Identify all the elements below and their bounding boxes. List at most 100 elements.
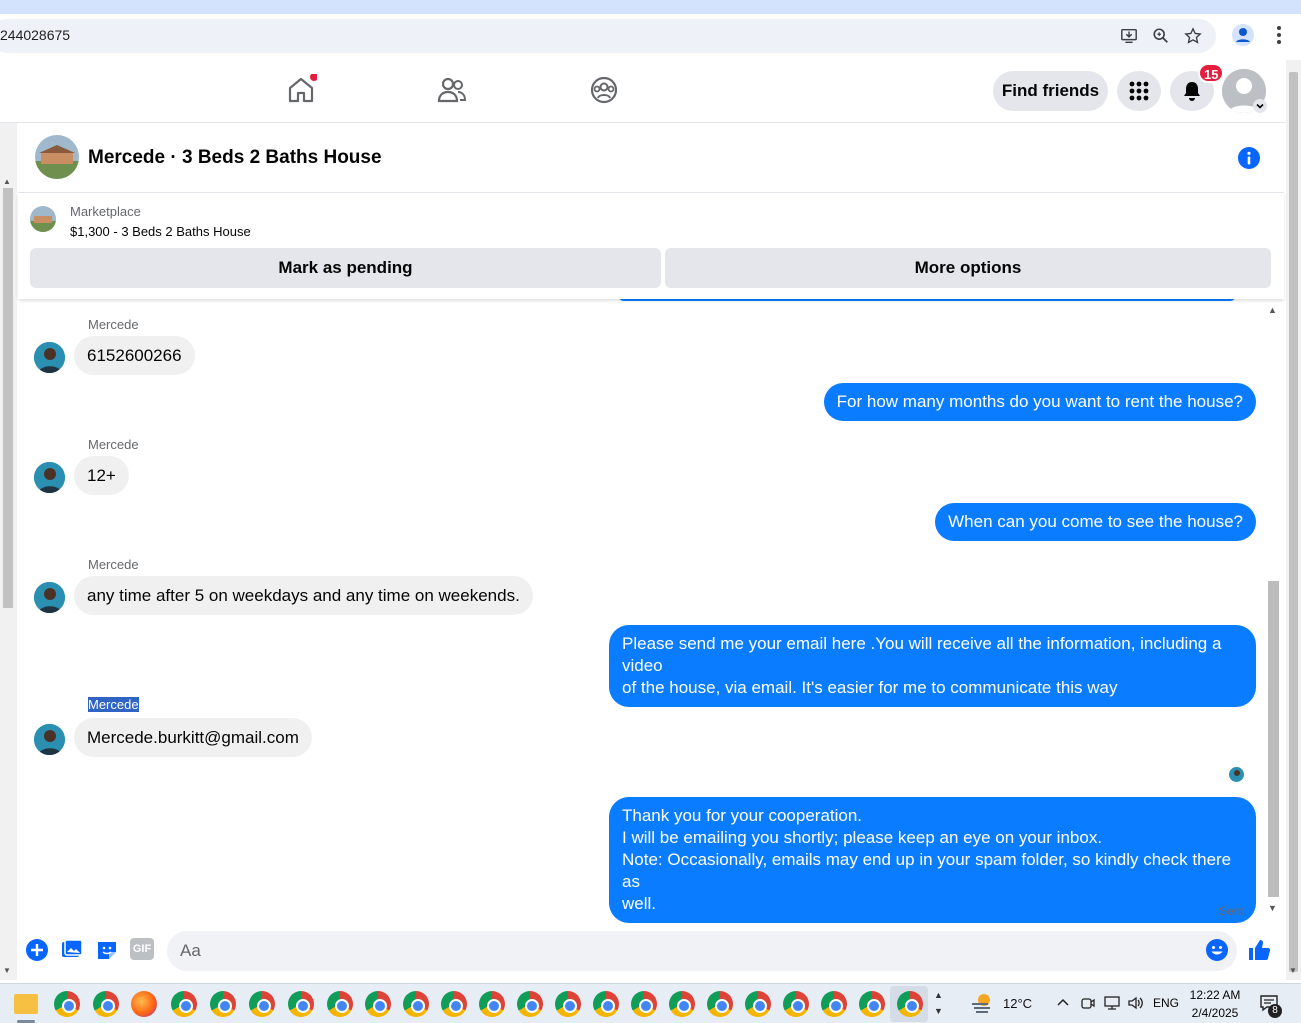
sidebar-scrollbar-thumb[interactable] bbox=[3, 188, 13, 608]
taskbar-overflow-arrows-icon[interactable]: ▲ ▼ bbox=[934, 987, 943, 1019]
chrome-taskbar-icon[interactable] bbox=[783, 991, 809, 1017]
message-line: Thank you for your cooperation. bbox=[622, 806, 863, 825]
chrome-taskbar-icon[interactable] bbox=[593, 991, 619, 1017]
firefox-taskbar-icon[interactable] bbox=[131, 991, 157, 1017]
outgoing-message[interactable]: Thank you for your cooperation. I will b… bbox=[609, 797, 1256, 923]
chrome-taskbar-icon[interactable] bbox=[171, 991, 197, 1017]
sidebar-scrollbar[interactable] bbox=[0, 123, 17, 980]
chrome-taskbar-icon[interactable] bbox=[54, 991, 80, 1017]
chrome-taskbar-icon[interactable] bbox=[403, 991, 429, 1017]
taskbar-clock[interactable]: 12:22 AM 2/4/2025 bbox=[1183, 986, 1247, 1022]
message-thread[interactable]: Mercede 6152600266 For how many months d… bbox=[18, 299, 1266, 929]
weather-temperature[interactable]: 12°C bbox=[1003, 996, 1032, 1011]
mark-as-pending-button[interactable]: Mark as pending bbox=[30, 248, 661, 288]
notification-count-badge: 8 bbox=[1268, 1004, 1282, 1018]
outgoing-message[interactable]: When can you come to see the house? bbox=[935, 503, 1256, 541]
listing-thumbnail[interactable] bbox=[30, 206, 56, 232]
chrome-taskbar-icon[interactable] bbox=[517, 991, 543, 1017]
listing-avatar[interactable] bbox=[35, 135, 79, 179]
incoming-message[interactable]: Mercede.burkitt@gmail.com bbox=[74, 718, 312, 757]
sender-name: Mercede bbox=[88, 697, 139, 712]
menu-button[interactable] bbox=[1117, 71, 1161, 111]
gif-icon[interactable]: GIF bbox=[130, 938, 154, 960]
sticker-icon[interactable] bbox=[95, 938, 119, 962]
page-scroll-down-icon[interactable]: ▼ bbox=[1289, 966, 1297, 975]
file-explorer-icon[interactable] bbox=[14, 994, 38, 1014]
clock-date: 2/4/2025 bbox=[1191, 1006, 1239, 1020]
more-options-button[interactable]: More options bbox=[665, 248, 1271, 288]
chrome-taskbar-icon[interactable] bbox=[479, 991, 505, 1017]
person-photo-icon bbox=[34, 582, 65, 613]
network-icon[interactable] bbox=[1103, 995, 1121, 1011]
address-url[interactable]: 244028675 bbox=[0, 27, 70, 43]
volume-icon[interactable] bbox=[1127, 995, 1145, 1011]
message-line: of the house, via email. It's easier for… bbox=[622, 678, 1118, 697]
chrome-taskbar-icon[interactable] bbox=[631, 991, 657, 1017]
incoming-message[interactable]: 12+ bbox=[74, 456, 129, 495]
info-icon[interactable] bbox=[1238, 147, 1260, 169]
outgoing-message[interactable]: Please send me your email here .You will… bbox=[609, 625, 1256, 707]
incoming-message[interactable]: any time after 5 on weekdays and any tim… bbox=[74, 576, 533, 615]
chrome-taskbar-icon[interactable] bbox=[288, 991, 314, 1017]
browser-tab-strip bbox=[0, 0, 1301, 14]
chat-title: Mercede · 3 Beds 2 Baths House bbox=[88, 147, 382, 168]
chrome-taskbar-icon[interactable] bbox=[365, 991, 391, 1017]
chrome-taskbar-icon[interactable] bbox=[897, 991, 923, 1017]
chrome-taskbar-icon[interactable] bbox=[859, 991, 885, 1017]
chrome-taskbar-icon[interactable] bbox=[821, 991, 847, 1017]
like-thumb-icon[interactable] bbox=[1247, 938, 1271, 962]
sender-avatar[interactable] bbox=[34, 582, 65, 613]
sender-avatar[interactable] bbox=[34, 724, 65, 755]
incoming-message[interactable]: 6152600266 bbox=[74, 336, 195, 375]
sidebar-scroll-up-icon[interactable]: ▲ bbox=[3, 177, 11, 186]
chrome-taskbar-icon[interactable] bbox=[669, 991, 695, 1017]
address-bar[interactable]: 244028675 bbox=[0, 19, 1216, 53]
chrome-taskbar-icon[interactable] bbox=[555, 991, 581, 1017]
install-app-icon[interactable] bbox=[1120, 27, 1138, 45]
person-photo-icon bbox=[34, 462, 65, 493]
sender-avatar[interactable] bbox=[34, 342, 65, 373]
sender-avatar[interactable] bbox=[34, 462, 65, 493]
apps-grid-icon bbox=[1129, 81, 1149, 101]
browser-menu-icon[interactable] bbox=[1267, 23, 1291, 47]
chrome-taskbar-icon[interactable] bbox=[93, 991, 119, 1017]
tray-chevron-up-icon[interactable] bbox=[1056, 997, 1070, 1007]
chrome-taskbar-icon[interactable] bbox=[249, 991, 275, 1017]
account-chevron-down-icon[interactable] bbox=[1253, 99, 1267, 113]
chrome-taskbar-icon[interactable] bbox=[327, 991, 353, 1017]
message-line: I will be emailing you shortly; please k… bbox=[622, 828, 1103, 847]
friends-icon[interactable] bbox=[436, 74, 468, 106]
home-icon[interactable] bbox=[285, 74, 317, 106]
input-language[interactable]: ENG bbox=[1153, 996, 1179, 1010]
message-line: Please send me your email here .You will… bbox=[622, 634, 1222, 675]
facebook-header: Find friends bbox=[0, 60, 1286, 123]
meet-now-icon[interactable] bbox=[1080, 995, 1096, 1011]
chrome-taskbar-icon[interactable] bbox=[707, 991, 733, 1017]
previous-message-bubble bbox=[618, 299, 1236, 301]
find-friends-button[interactable]: Find friends bbox=[993, 71, 1108, 111]
scroll-down-arrow-icon[interactable]: ▼ bbox=[1268, 903, 1277, 913]
zoom-icon[interactable] bbox=[1152, 27, 1170, 45]
add-icon[interactable] bbox=[25, 938, 49, 962]
page-scrollbar-thumb[interactable] bbox=[1289, 72, 1298, 972]
scroll-up-arrow-icon[interactable]: ▲ bbox=[1268, 305, 1277, 315]
profile-icon[interactable] bbox=[1231, 23, 1255, 47]
weather-icon[interactable] bbox=[970, 992, 994, 1014]
listing-price-title[interactable]: $1,300 - 3 Beds 2 Baths House bbox=[70, 224, 251, 239]
page-scrollbar[interactable] bbox=[1286, 60, 1301, 980]
thread-scrollbar[interactable]: ▲ ▼ bbox=[1266, 299, 1284, 919]
groups-icon[interactable] bbox=[588, 74, 620, 106]
bookmark-star-icon[interactable] bbox=[1184, 27, 1202, 45]
marketplace-label: Marketplace bbox=[70, 204, 141, 219]
message-composer: GIF bbox=[18, 929, 1284, 973]
message-input[interactable] bbox=[167, 931, 1237, 971]
chrome-taskbar-icon[interactable] bbox=[441, 991, 467, 1017]
photo-icon[interactable] bbox=[60, 938, 84, 962]
chrome-taskbar-icon[interactable] bbox=[745, 991, 771, 1017]
outgoing-message[interactable]: For how many months do you want to rent … bbox=[823, 383, 1256, 421]
thread-scrollbar-thumb[interactable] bbox=[1268, 581, 1279, 897]
emoji-icon[interactable] bbox=[1205, 938, 1229, 962]
sender-name: Mercede bbox=[88, 317, 139, 332]
sidebar-scroll-down-icon[interactable]: ▼ bbox=[3, 966, 11, 975]
chrome-taskbar-icon[interactable] bbox=[210, 991, 236, 1017]
